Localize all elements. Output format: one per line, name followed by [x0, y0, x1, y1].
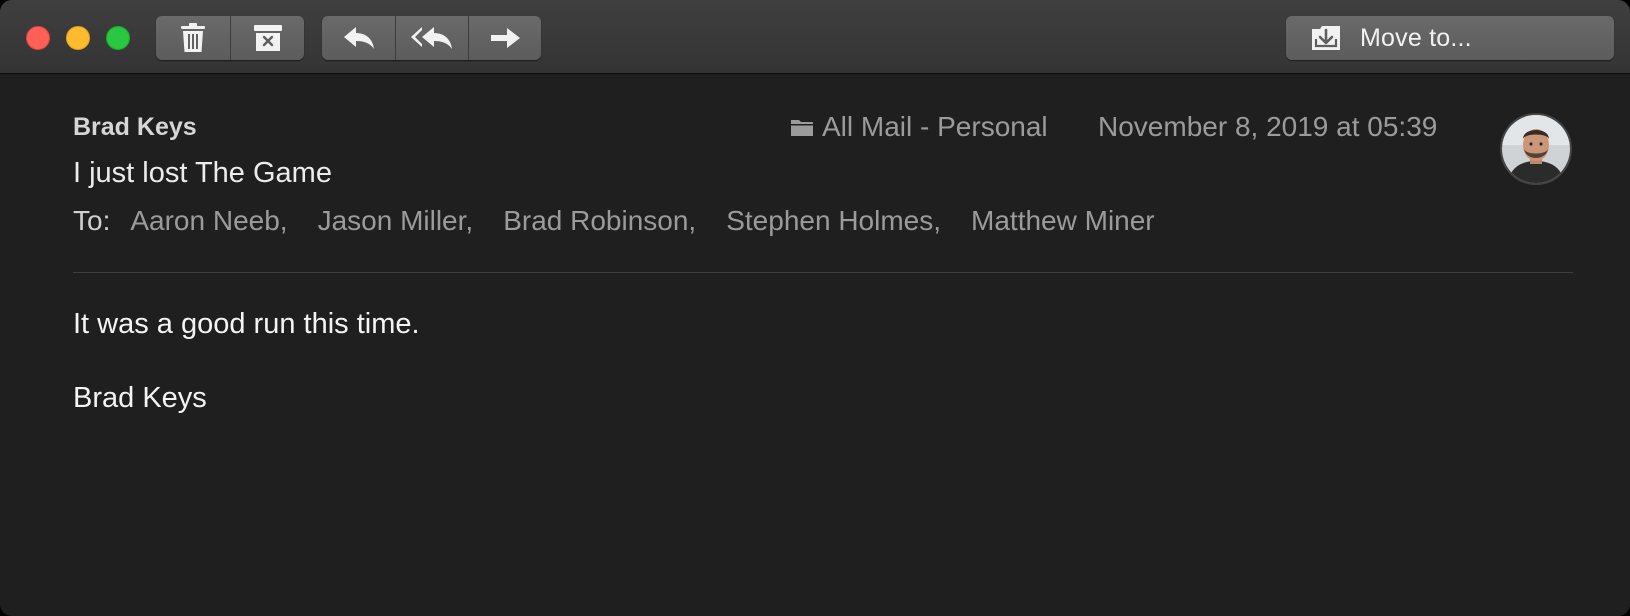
forward-icon	[491, 28, 520, 48]
mailbox-location[interactable]: All Mail - Personal	[790, 111, 1048, 143]
reply-all-button[interactable]	[395, 16, 468, 60]
move-to-label: Move to...	[1360, 23, 1472, 52]
recipient[interactable]: Brad Robinson,	[503, 205, 696, 237]
move-to-tray-icon	[1312, 26, 1340, 50]
mail-message-window: Move to... Brad Keys All Mail - Personal…	[0, 0, 1630, 616]
sender-avatar	[1500, 113, 1572, 185]
close-window-button[interactable]	[26, 26, 50, 50]
reply-all-icon	[411, 27, 452, 49]
header-divider	[73, 272, 1573, 273]
move-to-button[interactable]: Move to...	[1286, 16, 1614, 60]
move-to-group: Move to...	[1286, 16, 1614, 60]
trash-icon	[181, 23, 205, 52]
recipient[interactable]: Jason Miller,	[318, 205, 474, 237]
message-view: Brad Keys All Mail - Personal November 8…	[0, 75, 1630, 616]
junk-box-icon	[253, 25, 282, 51]
folder-icon	[791, 120, 813, 136]
message-subject: I just lost The Game	[73, 157, 332, 189]
minimize-window-button[interactable]	[66, 26, 90, 50]
sender-name[interactable]: Brad Keys	[73, 113, 197, 142]
recipient[interactable]: Matthew Miner	[971, 205, 1155, 237]
delete-junk-group	[156, 16, 304, 60]
recipient[interactable]: Aaron Neeb,	[130, 205, 287, 237]
message-body-line: It was a good run this time.	[73, 308, 420, 340]
toolbar: Move to...	[0, 0, 1630, 74]
recipient[interactable]: Stephen Holmes,	[726, 205, 941, 237]
recipients-row: To: Aaron Neeb, Jason Miller, Brad Robin…	[73, 205, 1185, 237]
reply-icon	[343, 27, 374, 49]
to-label: To:	[73, 205, 111, 236]
message-date: November 8, 2019 at 05:39	[1098, 111, 1438, 142]
junk-button[interactable]	[230, 16, 304, 60]
message-signature: Brad Keys	[73, 382, 207, 414]
maximize-window-button[interactable]	[106, 26, 130, 50]
mailbox-label: All Mail - Personal	[822, 111, 1048, 142]
reply-group	[322, 16, 541, 60]
delete-button[interactable]	[156, 16, 230, 60]
forward-button[interactable]	[468, 16, 541, 60]
reply-button[interactable]	[322, 16, 395, 60]
